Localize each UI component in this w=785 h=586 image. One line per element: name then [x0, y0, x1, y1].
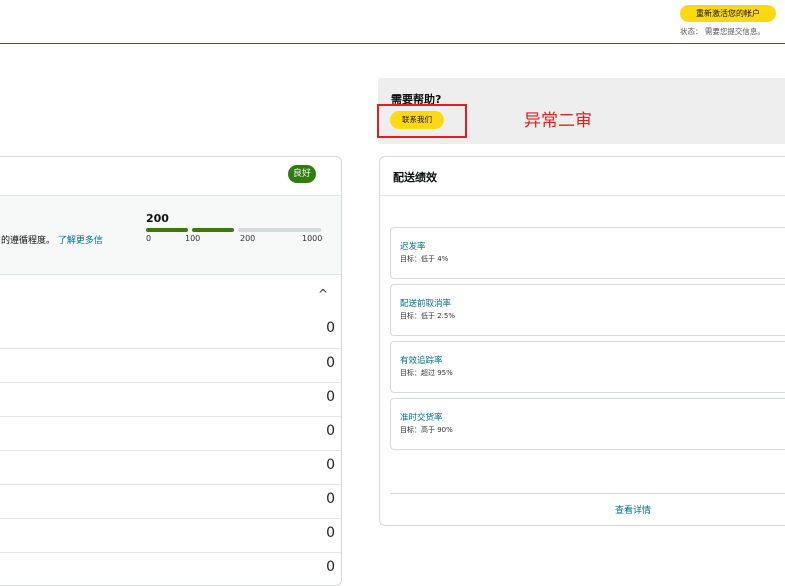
metric-late-dispatch: 迟发率 目标：低于 4%: [390, 227, 785, 279]
metric-valid-tracking: 有效追踪率 目标：超过 95%: [390, 341, 785, 393]
metric-cancel-rate: 配送前取消率 目标：低于 2.5%: [390, 284, 785, 336]
metric-target: 目标：超过 95%: [400, 369, 453, 377]
table-row: 0: [0, 314, 341, 348]
score-tick-0: 0: [146, 234, 152, 243]
row-value: 0: [326, 525, 335, 541]
health-summary: 的遵循程度。 了解更多信 200 0 100 200 1000: [0, 195, 341, 275]
metric-name[interactable]: 有效追踪率: [400, 354, 443, 366]
metric-on-time-delivery: 准时交货率 目标：高于 90%: [390, 398, 785, 450]
row-value: 0: [326, 491, 335, 507]
metric-name[interactable]: 配送前取消率: [400, 297, 451, 309]
row-value: 0: [326, 389, 335, 405]
reactivate-account-button[interactable]: 重新激活您的帐户: [680, 5, 776, 22]
metric-target: 目标：低于 4%: [400, 255, 449, 263]
divider: [390, 493, 785, 494]
divider: [380, 195, 785, 196]
score-bar-segment-2: [192, 228, 234, 232]
metric-name[interactable]: 准时交货率: [400, 411, 443, 423]
score-tick-200: 200: [240, 234, 256, 243]
score-bar-segment-3: [238, 228, 321, 232]
table-row: 0: [0, 416, 341, 450]
chevron-up-icon[interactable]: ^: [318, 287, 328, 301]
score-tick-100: 100: [185, 234, 201, 243]
table-row: 0: [0, 484, 341, 518]
metric-target: 目标：低于 2.5%: [400, 312, 456, 320]
row-value: 0: [326, 457, 335, 473]
row-value: 0: [326, 423, 335, 439]
table-row: 0: [0, 518, 341, 552]
table-row: 0: [0, 450, 341, 484]
learn-more-link[interactable]: 了解更多信: [58, 236, 103, 246]
table-row: 0: [0, 552, 341, 585]
top-bar: 重新激活您的帐户 状态： 需要您提交信息。: [0, 0, 785, 44]
account-status-text: 状态： 需要您提交信息。: [680, 27, 765, 36]
row-value: 0: [326, 320, 335, 336]
row-value: 0: [326, 355, 335, 371]
metric-target: 目标：高于 90%: [400, 426, 453, 434]
table-row: 0: [0, 348, 341, 382]
health-description-text: 的遵循程度。: [1, 236, 56, 246]
score-bar-segment-1: [146, 228, 188, 232]
health-description: 的遵循程度。 了解更多信: [1, 233, 103, 246]
annotation-highlight-box: [377, 104, 467, 138]
row-value: 0: [326, 559, 335, 575]
account-health-card: 良好 的遵循程度。 了解更多信 200 0 100 200 1000 ^ 0 0…: [0, 156, 342, 586]
health-score: 200: [146, 212, 169, 225]
delivery-performance-card: 配送绩效 迟发率 目标：低于 4% 配送前取消率 目标：低于 2.5% 有效追踪…: [379, 156, 785, 526]
table-row: 0: [0, 382, 341, 416]
performance-title: 配送绩效: [393, 171, 437, 184]
metric-name[interactable]: 迟发率: [400, 240, 426, 252]
score-bar: [146, 228, 321, 232]
view-details-link[interactable]: 查看详情: [615, 503, 651, 516]
score-tick-1000: 1000: [302, 234, 323, 243]
status-badge: 良好: [288, 165, 316, 183]
annotation-text: 异常二审: [524, 111, 592, 131]
